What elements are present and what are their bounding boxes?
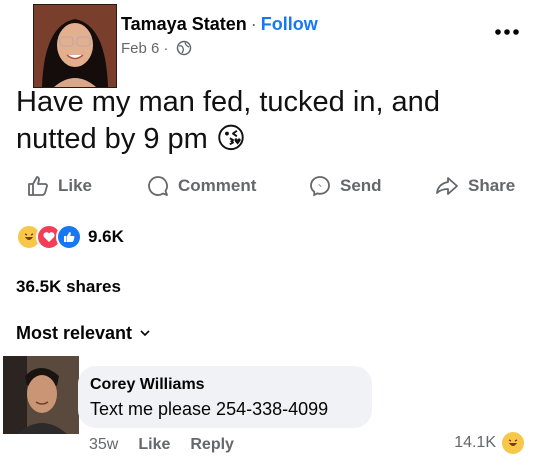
- comment-text: Text me please 254-338-4099: [90, 399, 329, 419]
- share-count[interactable]: 36.5K shares: [16, 277, 121, 297]
- comment-reaction-count: 14.1K: [454, 434, 496, 451]
- comment-icon: [148, 176, 168, 196]
- comment-sort-dropdown[interactable]: Most relevant: [16, 323, 150, 344]
- post-date[interactable]: Feb 6: [121, 40, 159, 57]
- sort-label: Most relevant: [16, 323, 133, 343]
- share-label: Share: [468, 176, 516, 195]
- author-avatar[interactable]: [33, 4, 117, 88]
- send-label: Send: [340, 176, 382, 195]
- more-options-icon[interactable]: [492, 20, 522, 44]
- post-header: Tamaya Staten · Follow Feb 6 ·: [0, 0, 540, 88]
- comment-reply-button[interactable]: Reply: [190, 436, 234, 454]
- comment-age[interactable]: 35w: [89, 436, 118, 454]
- comment-like-button[interactable]: Like: [138, 436, 170, 454]
- haha-icon: [502, 432, 524, 454]
- like-label: Like: [58, 176, 93, 195]
- commenter-avatar[interactable]: [3, 356, 79, 434]
- comment-bubble: Corey Williams Text me please 254-338-40…: [78, 366, 372, 428]
- comment-reactions[interactable]: 14.1K: [454, 432, 524, 454]
- send-button[interactable]: Send: [308, 168, 382, 204]
- share-icon: [436, 177, 458, 195]
- reactions-summary[interactable]: 9.6K: [16, 224, 124, 250]
- post-text: Have my man fed, tucked in, and nutted b…: [16, 84, 526, 158]
- messenger-icon: [310, 176, 330, 197]
- commenter-photo: [3, 356, 79, 434]
- reaction-count: 9.6K: [88, 227, 124, 246]
- globe-icon: [176, 40, 191, 56]
- like-button[interactable]: Like: [26, 168, 92, 204]
- date-separator: ·: [163, 40, 169, 57]
- chevron-down-icon: [140, 330, 150, 337]
- name-separator: ·: [250, 14, 257, 34]
- post-meta: Feb 6 ·: [121, 40, 192, 57]
- author-line: Tamaya Staten · Follow: [121, 14, 318, 35]
- comment-actions: 35w Like Reply: [89, 436, 254, 454]
- comment-button[interactable]: Comment: [146, 168, 256, 204]
- like-icon: [56, 224, 82, 250]
- author-name[interactable]: Tamaya Staten: [121, 14, 247, 34]
- share-button[interactable]: Share: [434, 168, 515, 204]
- follow-button[interactable]: Follow: [261, 14, 318, 34]
- comment-label: Comment: [178, 176, 257, 195]
- commenter-name[interactable]: Corey Williams: [90, 376, 205, 394]
- action-bar: Like Comment Send Share: [0, 168, 540, 204]
- author-photo: [34, 5, 116, 87]
- kiss-emoji: 😘: [215, 123, 247, 155]
- thumbs-up-icon: [28, 176, 48, 196]
